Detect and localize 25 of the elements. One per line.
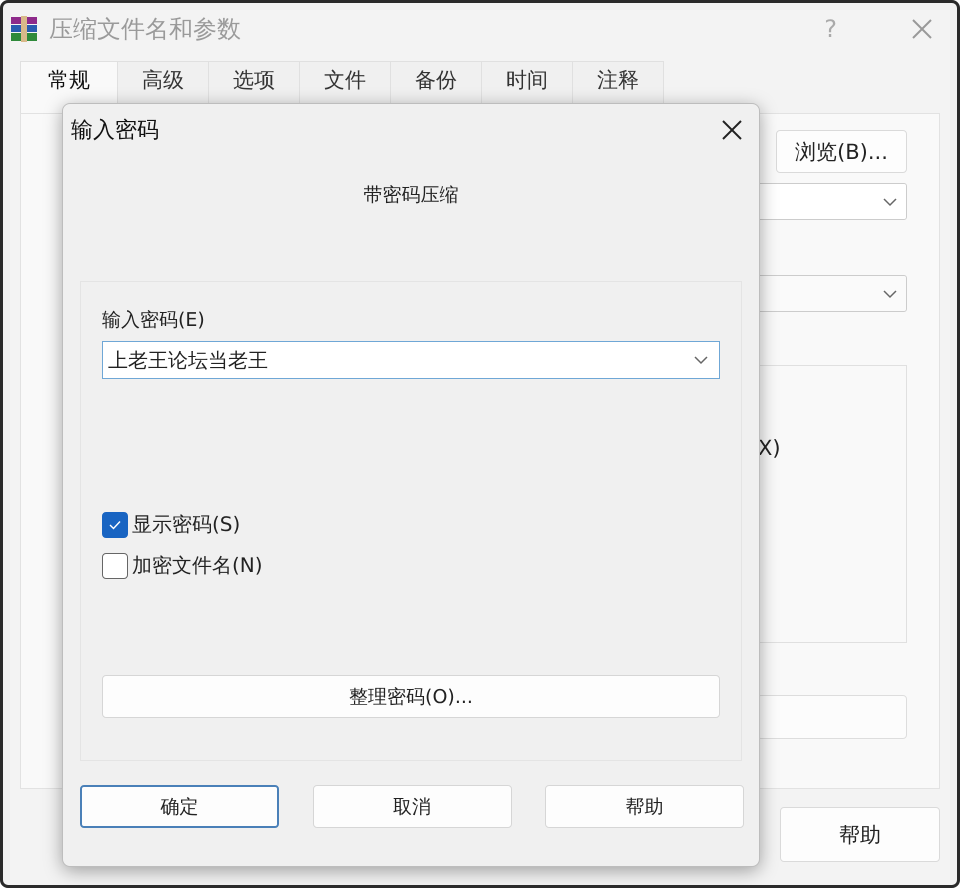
dropdown[interactable]: [757, 275, 907, 312]
dialog-subtitle: 带密码压缩: [364, 183, 458, 208]
chevron-down-icon: [693, 355, 709, 365]
dialog-button[interactable]: 确定: [80, 785, 279, 828]
checkbox-label: 加密文件名(N): [132, 552, 263, 579]
browse-button[interactable]: 浏览(B)...: [776, 130, 907, 173]
dropdown[interactable]: [757, 183, 907, 220]
password-field[interactable]: 上老王论坛当老王: [102, 341, 720, 379]
dialog-title: 输入密码: [71, 117, 159, 145]
window-title: 压缩文件名和参数: [49, 14, 241, 45]
chevron-down-icon: [882, 196, 898, 206]
close-icon: [911, 18, 933, 40]
password-label: 输入密码(E): [102, 308, 205, 333]
dialog-button[interactable]: 取消: [312, 785, 512, 828]
input-field[interactable]: [757, 695, 907, 739]
close-icon: [721, 119, 743, 141]
checkbox-label: 显示密码(S): [132, 511, 240, 538]
dialog-button[interactable]: 帮助: [545, 785, 744, 828]
books-icon: [9, 14, 39, 44]
chevron-down-icon: [882, 288, 898, 298]
checkbox[interactable]: [102, 512, 128, 538]
manage-passwords-button[interactable]: 整理密码(O)...: [102, 675, 720, 718]
checkbox[interactable]: [102, 552, 128, 578]
option-label: X): [758, 436, 781, 460]
help-button[interactable]: 帮助: [780, 807, 940, 862]
